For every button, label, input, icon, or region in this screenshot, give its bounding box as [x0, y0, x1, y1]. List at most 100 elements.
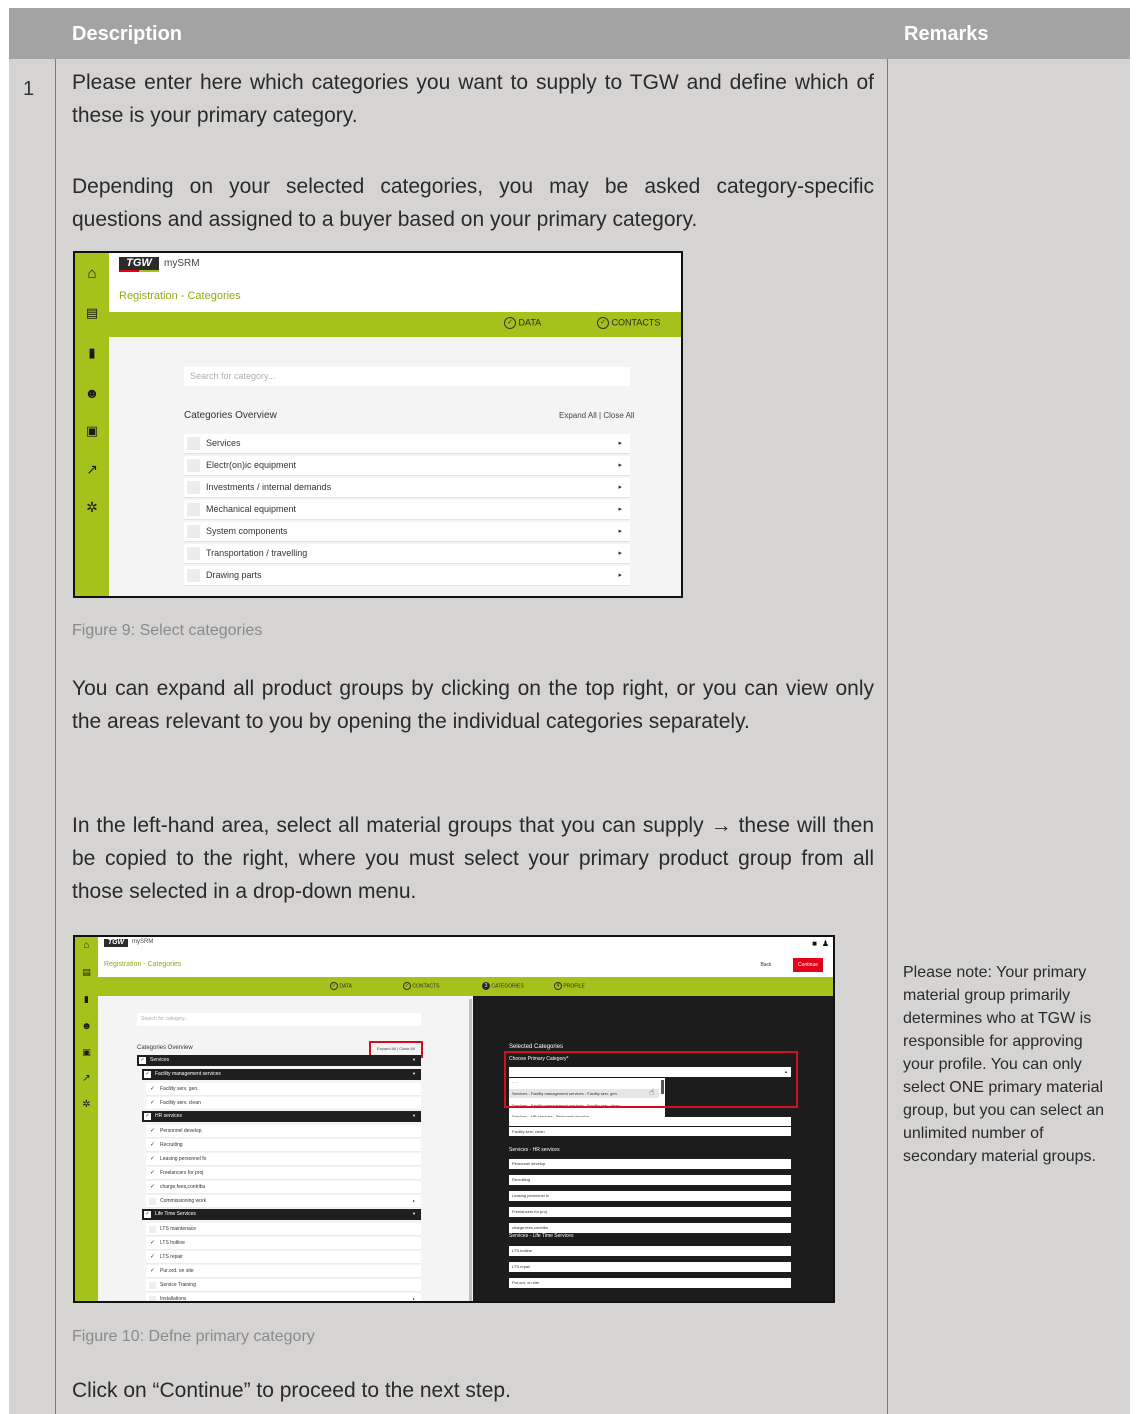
category-item-row[interactable]: Commissioning work ▸: [146, 1195, 421, 1208]
check-icon[interactable]: ✓: [150, 1239, 155, 1246]
checkbox-empty[interactable]: [149, 1282, 156, 1289]
continue-button[interactable]: Continue: [793, 958, 823, 972]
chevron-right-icon[interactable]: ▸: [618, 439, 622, 447]
scrollbar[interactable]: [469, 999, 472, 1301]
category-item-row[interactable]: ✓ Freelancers for proj: [146, 1167, 421, 1180]
chevron-right-icon[interactable]: ▸: [413, 1198, 415, 1203]
category-item-row[interactable]: ✓ Pur.ord. on site: [146, 1265, 421, 1278]
step-data[interactable]: ✓ DATA: [330, 982, 352, 990]
category-group-row[interactable]: ✓ Life Time Services ▼: [142, 1209, 421, 1220]
paragraph-select-groups: In the left-hand area, select all materi…: [72, 814, 874, 903]
screenshot-primary-category: ⌂ ▤ ▮ ☻ ▣ ↗ ✲ TGW mySRM Registration - C…: [73, 935, 835, 1303]
chevron-right-icon[interactable]: ▸: [618, 483, 622, 491]
check-icon[interactable]: ✓: [150, 1267, 155, 1274]
category-checkbox[interactable]: [187, 459, 200, 472]
check-icon[interactable]: ✓: [150, 1141, 155, 1148]
category-row[interactable]: Services ▸: [184, 434, 630, 454]
category-checkbox[interactable]: [187, 547, 200, 560]
category-checkbox[interactable]: [187, 525, 200, 538]
back-button[interactable]: Back: [751, 958, 781, 972]
home-icon[interactable]: ⌂: [75, 940, 98, 951]
chevron-right-icon[interactable]: ▸: [618, 571, 622, 579]
checkbox-empty[interactable]: [149, 1198, 156, 1205]
bus-icon[interactable]: ▣: [75, 423, 109, 439]
category-checkbox[interactable]: [187, 503, 200, 516]
step-categories[interactable]: 3 CATEGORIES: [482, 982, 524, 990]
checkbox-checked-icon[interactable]: ✓: [139, 1057, 146, 1064]
category-group-row[interactable]: ✓ HR services ▼: [142, 1111, 421, 1122]
check-icon[interactable]: ✓: [150, 1155, 155, 1162]
category-checkbox[interactable]: [187, 481, 200, 494]
hammer-icon[interactable]: ↗: [75, 461, 109, 478]
category-label: Transportation / travelling: [206, 548, 308, 558]
expand-close-all-link[interactable]: Expand All | Close All: [559, 411, 634, 420]
hand-user-icon[interactable]: ☻: [75, 1021, 98, 1032]
category-checkbox[interactable]: [187, 437, 200, 450]
hand-user-icon[interactable]: ☻: [75, 385, 109, 401]
checkbox-checked-icon[interactable]: ✓: [144, 1113, 151, 1120]
category-row[interactable]: Investments / internal demands ▸: [184, 478, 630, 498]
category-item-row[interactable]: ✓ Leasing personnel fo: [146, 1153, 421, 1166]
check-icon[interactable]: ✓: [150, 1183, 155, 1190]
category-checkbox[interactable]: [187, 569, 200, 582]
chevron-down-icon[interactable]: ▼: [412, 1113, 416, 1118]
table-header: Description Remarks: [9, 8, 1130, 59]
chevron-down-icon[interactable]: ▼: [412, 1211, 416, 1216]
check-icon[interactable]: ✓: [150, 1169, 155, 1176]
checkbox-empty[interactable]: [149, 1226, 156, 1233]
category-item-row[interactable]: ✓ Personnel develop.: [146, 1125, 421, 1138]
checkbox-checked-icon[interactable]: ✓: [144, 1071, 151, 1078]
category-item-row[interactable]: Service Training: [146, 1279, 421, 1292]
category-item-row[interactable]: ✓ LTS hotline: [146, 1237, 421, 1250]
selected-item-input: Facility serv. clean: [509, 1127, 791, 1136]
chevron-right-icon[interactable]: ▸: [618, 461, 622, 469]
search-input[interactable]: Search for category...: [137, 1013, 421, 1026]
hammer-icon[interactable]: ↗: [75, 1073, 98, 1084]
gear-icon[interactable]: ✲: [75, 499, 109, 516]
paragraph-categories-questions: Depending on your selected categories, y…: [72, 175, 874, 231]
documents-icon[interactable]: ▮: [75, 994, 98, 1005]
bus-icon[interactable]: ▣: [75, 1047, 98, 1058]
check-icon[interactable]: ✓: [150, 1253, 155, 1260]
notification-icon[interactable]: ■: [812, 939, 817, 948]
column-divider: [55, 59, 56, 1414]
category-item-row[interactable]: Installations ▸: [146, 1293, 421, 1301]
chevron-down-icon[interactable]: ▼: [412, 1057, 416, 1062]
chevron-right-icon[interactable]: ▸: [618, 549, 622, 557]
step-data[interactable]: ✓ DATA: [504, 317, 541, 329]
chevron-right-icon[interactable]: ▸: [618, 527, 622, 535]
hr-services-group-label: Services - HR services: [509, 1147, 560, 1153]
category-group-row[interactable]: ✓ Facility management services ▼: [142, 1069, 421, 1080]
home-icon[interactable]: ⌂: [75, 265, 109, 282]
step-profile[interactable]: 4 PROFILE: [554, 982, 585, 990]
step-contacts[interactable]: ✓ CONTACTS: [403, 982, 440, 990]
check-icon[interactable]: ✓: [150, 1085, 155, 1092]
checkbox-empty[interactable]: [149, 1296, 156, 1301]
search-input[interactable]: Search for category...: [184, 367, 630, 386]
chevron-down-icon[interactable]: ▼: [412, 1071, 416, 1076]
database-icon[interactable]: ▤: [75, 967, 98, 978]
chevron-right-icon[interactable]: ▸: [618, 505, 622, 513]
category-item-row[interactable]: LTS maintenace: [146, 1223, 421, 1236]
user-icon[interactable]: ♟: [822, 939, 829, 948]
database-icon[interactable]: ▤: [75, 305, 109, 321]
step-contacts[interactable]: ✓ CONTACTS: [597, 317, 660, 329]
chevron-right-icon[interactable]: ▸: [413, 1296, 415, 1301]
category-item-row[interactable]: ✓ charge,fees,contribu: [146, 1181, 421, 1194]
check-icon[interactable]: ✓: [150, 1099, 155, 1106]
category-item-row[interactable]: ✓ Recruiting: [146, 1139, 421, 1152]
category-group-row[interactable]: ✓ Services ▼: [137, 1055, 421, 1066]
documents-icon[interactable]: ▮: [75, 345, 109, 361]
category-row[interactable]: System components ▸: [184, 522, 630, 542]
gear-icon[interactable]: ✲: [75, 1099, 98, 1110]
category-row[interactable]: Mechanical equipment ▸: [184, 500, 630, 520]
check-icon[interactable]: ✓: [150, 1127, 155, 1134]
checkbox-checked-icon[interactable]: ✓: [144, 1211, 151, 1218]
category-item-label: Service Training: [160, 1282, 196, 1288]
category-row[interactable]: Electr(on)ic equipment ▸: [184, 456, 630, 476]
category-item-row[interactable]: ✓ LTS repair: [146, 1251, 421, 1264]
category-row[interactable]: Drawing parts ▸: [184, 566, 630, 586]
category-item-row[interactable]: ✓ Facility serv. gen.: [146, 1083, 421, 1096]
category-row[interactable]: Transportation / travelling ▸: [184, 544, 630, 564]
category-item-row[interactable]: ✓ Facility serv. clean: [146, 1097, 421, 1110]
